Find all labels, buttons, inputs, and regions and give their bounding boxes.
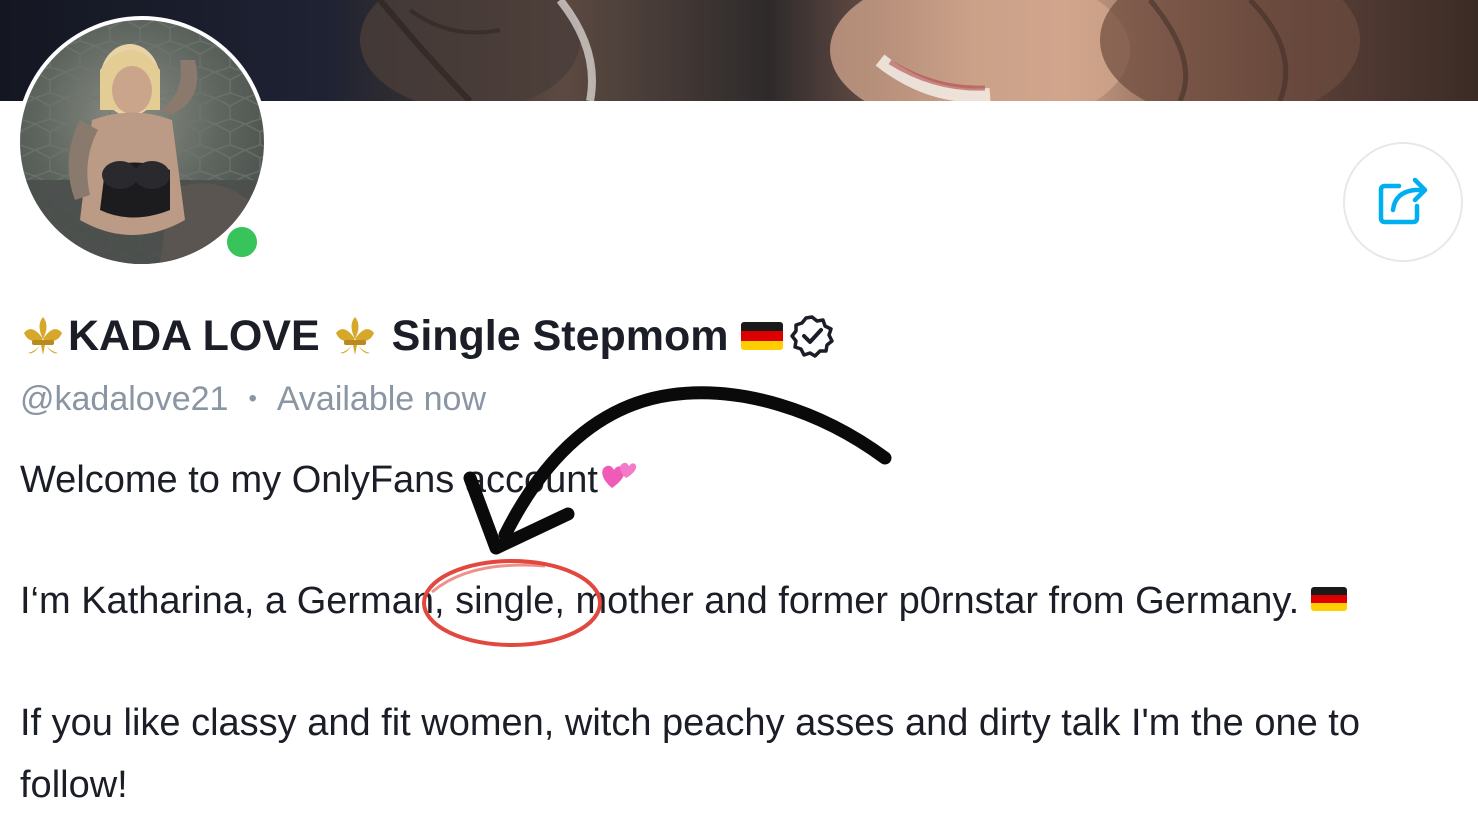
share-icon bbox=[1375, 172, 1431, 233]
bio-line: Welcome to my OnlyFans account bbox=[20, 458, 638, 502]
two-hearts-icon bbox=[598, 458, 638, 496]
online-status-dot bbox=[223, 223, 261, 261]
fleur-de-lis-icon bbox=[332, 313, 378, 359]
bio-line: If you like classy and fit women, witch … bbox=[20, 702, 1361, 744]
bio-line: I‘m Katharina, a German, single, mother … bbox=[20, 580, 1348, 623]
bio-text: I‘m Katharina, a German, single, mother … bbox=[20, 580, 1300, 622]
profile-name-primary: KADA LOVE bbox=[68, 311, 320, 360]
fleur-de-lis-icon bbox=[20, 313, 66, 359]
share-button[interactable] bbox=[1343, 142, 1463, 262]
german-flag-icon bbox=[1311, 587, 1348, 611]
username[interactable]: @kadalove21 bbox=[20, 380, 228, 419]
profile-name: KADA LOVE Single Stepmom bbox=[20, 306, 835, 366]
profile-meta: @kadalove21 • Available now bbox=[20, 376, 486, 422]
avatar-image bbox=[20, 20, 264, 264]
separator-dot: • bbox=[248, 385, 257, 412]
bio-text: Welcome to my OnlyFans account bbox=[20, 459, 598, 501]
german-flag-icon bbox=[740, 322, 783, 350]
bio-line: follow! bbox=[20, 764, 128, 806]
profile-page: KADA LOVE Single Stepmom @kadalove21 • A… bbox=[0, 0, 1478, 824]
availability-status: Available now bbox=[276, 379, 487, 418]
avatar[interactable] bbox=[16, 16, 268, 268]
profile-name-secondary: Single Stepmom bbox=[391, 311, 729, 360]
verified-badge-icon bbox=[789, 313, 835, 359]
